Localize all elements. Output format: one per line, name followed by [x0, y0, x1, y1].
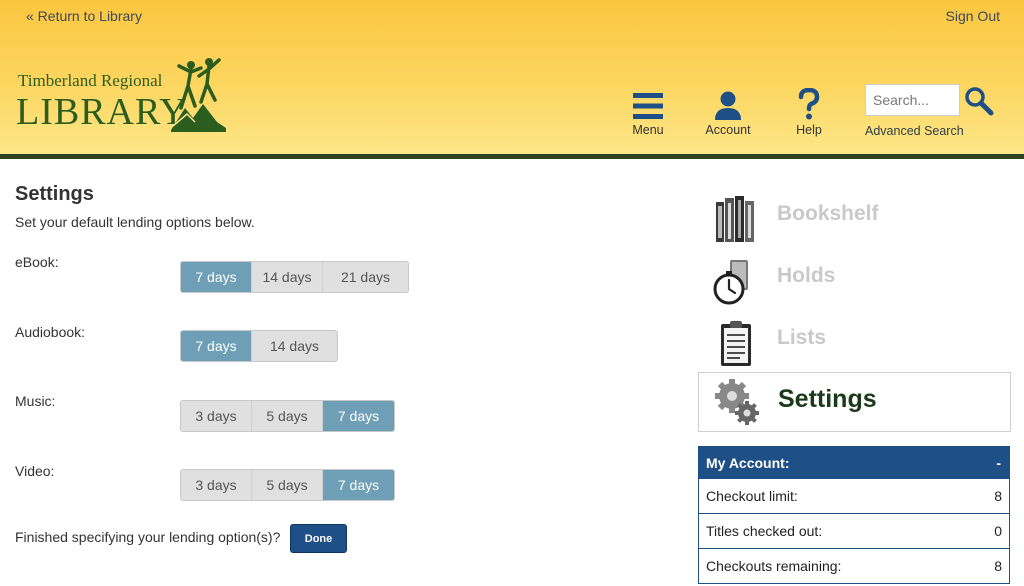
page-subtitle: Set your default lending options below. [15, 214, 255, 230]
library-logo[interactable]: Timberland Regional LIBRARY [16, 56, 226, 136]
help-button[interactable]: Help [776, 82, 842, 137]
ebook-option-21-days[interactable]: 21 days [323, 262, 408, 292]
video-label: Video: [15, 463, 55, 479]
sidebar-item-lists[interactable]: Lists [698, 310, 1011, 370]
my-account-panel: My Account: - Checkout limit: 8 Titles c… [698, 446, 1010, 584]
video-option-3-days[interactable]: 3 days [181, 470, 252, 500]
audiobook-option-7-days[interactable]: 7 days [181, 331, 252, 361]
menu-label: Menu [632, 123, 664, 137]
my-account-title: My Account: [706, 454, 790, 471]
sidebar-item-label: Holds [777, 264, 836, 287]
ebook-option-7-days[interactable]: 7 days [181, 262, 252, 292]
account-row-label: Titles checked out: [706, 523, 823, 539]
sidebar-item-bookshelf[interactable]: Bookshelf [698, 186, 1011, 246]
music-option-3-days[interactable]: 3 days [181, 401, 252, 431]
finish-prompt: Finished specifying your lending option(… [15, 529, 281, 545]
video-option-7-days[interactable]: 7 days [323, 470, 394, 500]
account-row-checkouts-remaining: Checkouts remaining: 8 [699, 548, 1009, 583]
account-row-value: 8 [994, 488, 1002, 504]
page-title: Settings [15, 183, 94, 205]
search-input[interactable] [866, 85, 959, 115]
music-label: Music: [15, 393, 56, 409]
collapse-toggle[interactable]: - [996, 455, 1001, 471]
music-option-7-days[interactable]: 7 days [323, 401, 394, 431]
my-account-header[interactable]: My Account: - [699, 447, 1009, 478]
stopwatch-icon [713, 260, 748, 305]
music-lending-options: 3 days 5 days 7 days [180, 400, 395, 432]
sign-out-link[interactable]: Sign Out [946, 8, 1000, 24]
sidebar-item-settings[interactable]: Settings [698, 372, 1011, 432]
video-lending-options: 3 days 5 days 7 days [180, 469, 395, 501]
account-row-label: Checkouts remaining: [706, 558, 842, 574]
audiobook-lending-options: 7 days 14 days [180, 330, 338, 362]
audiobook-option-14-days[interactable]: 14 days [252, 331, 337, 361]
advanced-search-link[interactable]: Advanced Search [865, 124, 964, 138]
account-row-value: 8 [994, 558, 1002, 574]
logo-title: LIBRARY [16, 91, 188, 133]
return-to-library-link[interactable]: « Return to Library [26, 8, 142, 24]
ebook-label: eBook: [15, 254, 59, 270]
sidebar-item-holds[interactable]: Holds [698, 248, 1011, 308]
logo-subtitle: Timberland Regional [18, 71, 163, 90]
video-option-5-days[interactable]: 5 days [252, 470, 323, 500]
account-row-label: Checkout limit: [706, 488, 798, 504]
help-label: Help [796, 123, 822, 137]
account-row-checkout-limit: Checkout limit: 8 [699, 478, 1009, 513]
done-button[interactable]: Done [290, 524, 347, 553]
menu-button[interactable]: Menu [615, 82, 681, 137]
music-option-5-days[interactable]: 5 days [252, 401, 323, 431]
sidebar-item-label: Lists [777, 326, 827, 349]
logo-figures-icon [171, 58, 226, 132]
hamburger-menu-icon [633, 93, 663, 119]
account-label: Account [705, 123, 751, 137]
account-button[interactable]: Account [695, 82, 761, 137]
header-divider [0, 154, 1024, 159]
question-mark-icon [798, 88, 820, 120]
sidebar-item-label: Settings [778, 385, 877, 413]
account-row-titles-checked-out: Titles checked out: 0 [699, 513, 1009, 548]
search-field[interactable] [865, 84, 960, 116]
header-bar: « Return to Library Sign Out Timberland … [0, 0, 1024, 154]
bookshelf-icon [716, 196, 754, 242]
ebook-option-14-days[interactable]: 14 days [252, 262, 323, 292]
user-icon [715, 91, 741, 120]
ebook-lending-options: 7 days 14 days 21 days [180, 261, 409, 293]
search-icon[interactable] [964, 86, 994, 116]
sidebar-item-label: Bookshelf [777, 202, 879, 225]
audiobook-label: Audiobook: [15, 324, 86, 340]
gears-icon [715, 379, 759, 425]
clipboard-icon [721, 321, 751, 366]
account-row-value: 0 [994, 523, 1002, 539]
